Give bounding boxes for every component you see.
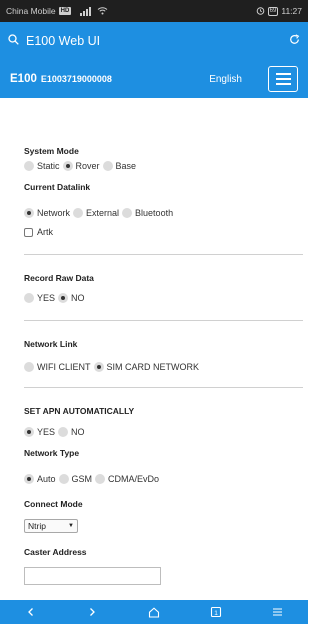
record-raw-yes[interactable]: YES xyxy=(24,293,55,303)
record-raw-no[interactable]: NO xyxy=(58,293,85,303)
datalink-external[interactable]: External xyxy=(73,208,119,218)
set-apn-yes[interactable]: YES xyxy=(24,427,55,437)
browser-nav-bar: 1 xyxy=(0,600,308,624)
device-serial: E1003719000008 xyxy=(40,74,112,84)
datalink-bluetooth[interactable]: Bluetooth xyxy=(122,208,173,218)
record-raw-data-radio-group: YES NO xyxy=(24,293,88,303)
battery-icon: 69 xyxy=(267,6,279,16)
system-mode-static[interactable]: Static xyxy=(24,161,60,171)
radio-apn-no[interactable] xyxy=(58,427,69,437)
caster-address-input[interactable] xyxy=(24,567,161,585)
network-type-auto[interactable]: Auto xyxy=(24,474,56,484)
datalink-radio-group: Network External Bluetooth xyxy=(24,208,176,218)
network-link-radio-group: WIFI CLIENT SIM CARD NETWORK xyxy=(24,362,202,372)
app-header: E100 E1003719000008 English xyxy=(0,60,308,98)
divider xyxy=(24,254,303,255)
divider xyxy=(24,320,303,321)
tabs-icon[interactable]: 1 xyxy=(202,606,230,618)
radio-rover[interactable] xyxy=(62,161,73,171)
dropdown-caret-icon: ▼ xyxy=(68,523,74,529)
browser-bar: E100 Web UI xyxy=(0,22,308,60)
carrier-name: China Mobile xyxy=(6,6,56,16)
network-type-label: Network Type xyxy=(24,448,80,458)
clock: 11:27 xyxy=(281,6,302,16)
radio-auto[interactable] xyxy=(24,474,34,484)
radio-record-yes[interactable] xyxy=(24,293,34,303)
back-icon[interactable] xyxy=(17,607,45,617)
radio-bluetooth[interactable] xyxy=(122,208,133,218)
radio-base[interactable] xyxy=(102,161,113,171)
current-datalink-label: Current Datalink xyxy=(24,182,91,192)
radio-static[interactable] xyxy=(24,161,34,171)
system-mode-base[interactable]: Base xyxy=(102,161,136,171)
signal-icon xyxy=(80,6,92,16)
system-mode-label: System Mode xyxy=(24,146,79,156)
radio-record-no[interactable] xyxy=(58,293,69,303)
alarm-icon xyxy=(256,6,265,17)
radio-external[interactable] xyxy=(73,208,84,218)
tab-count: 1 xyxy=(214,610,218,617)
home-icon[interactable] xyxy=(140,606,168,618)
wifi-icon xyxy=(97,6,108,17)
forward-icon[interactable] xyxy=(78,607,106,617)
artk-label: Artk xyxy=(37,227,54,237)
radio-apn-yes[interactable] xyxy=(24,427,34,437)
connect-mode-label: Connect Mode xyxy=(24,499,83,509)
radio-network[interactable] xyxy=(24,208,34,218)
caster-address-label: Caster Address xyxy=(24,547,87,557)
system-mode-radio-group: Static Rover Base xyxy=(24,161,139,171)
radio-gsm[interactable] xyxy=(58,474,69,484)
settings-form: System Mode Static Rover Base Current Da… xyxy=(0,98,308,594)
connect-mode-value: Ntrip xyxy=(28,521,46,531)
system-mode-rover[interactable]: Rover xyxy=(62,161,100,171)
network-type-cdma[interactable]: CDMA/EvDo xyxy=(95,474,159,484)
menu-icon[interactable] xyxy=(263,607,291,617)
hamburger-menu-button[interactable] xyxy=(268,66,298,92)
search-icon[interactable] xyxy=(8,32,19,50)
network-link-label: Network Link xyxy=(24,339,78,349)
set-apn-label: SET APN AUTOMATICALLY xyxy=(24,406,135,416)
divider xyxy=(24,387,303,388)
artk-checkbox[interactable] xyxy=(24,227,33,237)
network-type-radio-group: Auto GSM CDMA/EvDo xyxy=(24,474,162,484)
language-selector[interactable]: English xyxy=(209,74,242,85)
network-type-gsm[interactable]: GSM xyxy=(58,474,92,484)
record-raw-data-label: Record Raw Data xyxy=(24,273,94,283)
connect-mode-select[interactable]: Ntrip ▼ xyxy=(24,519,78,533)
app-name: E100 xyxy=(10,73,37,85)
radio-cdma[interactable] xyxy=(95,474,106,484)
radio-sim-card[interactable] xyxy=(93,362,104,372)
datalink-network[interactable]: Network xyxy=(24,208,70,218)
status-bar: China Mobile HD 69 11:27 xyxy=(0,0,308,22)
browser-page-title[interactable]: E100 Web UI xyxy=(26,34,289,48)
refresh-icon[interactable] xyxy=(289,32,300,50)
artk-checkbox-row[interactable]: Artk xyxy=(24,227,53,237)
set-apn-no[interactable]: NO xyxy=(58,427,85,437)
radio-wifi-client[interactable] xyxy=(24,362,34,372)
set-apn-radio-group: YES NO xyxy=(24,427,88,437)
network-link-sim-card[interactable]: SIM CARD NETWORK xyxy=(93,362,199,372)
network-link-wifi-client[interactable]: WIFI CLIENT xyxy=(24,362,91,372)
network-badge: HD xyxy=(58,7,72,15)
